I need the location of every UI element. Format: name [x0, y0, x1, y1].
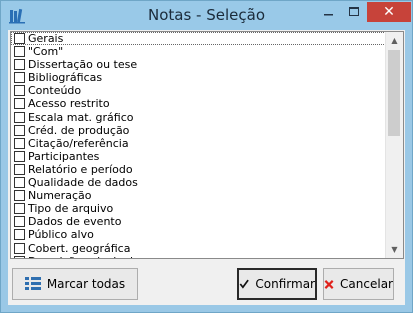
checkbox[interactable]: [14, 177, 25, 189]
maximize-button[interactable]: [341, 2, 367, 22]
cancel-button[interactable]: Cancelar: [323, 268, 394, 300]
checklist-item-label: Tipo de arquivo: [28, 202, 114, 216]
checklist-item[interactable]: Dados de evento: [11, 215, 386, 228]
scroll-up-icon[interactable]: ▲: [386, 32, 403, 49]
checkbox[interactable]: [14, 46, 25, 58]
checkbox[interactable]: [14, 163, 25, 175]
checklist-item-label: Relatório e período: [28, 162, 133, 176]
confirm-label: Confirmar: [255, 277, 315, 291]
checklist-item-label: Qualidade de dados: [28, 176, 138, 190]
dialog-body: Gerais "Com" Dissertação ou tese Bibliográf…: [8, 30, 405, 305]
checklist-item[interactable]: Conteúdo: [11, 84, 386, 97]
checklist-item[interactable]: Descrição principal: [11, 255, 386, 258]
checklist-item-label: Créd. de produção: [28, 123, 130, 137]
close-button[interactable]: ✕: [367, 2, 411, 22]
cancel-label: Cancelar: [340, 277, 393, 291]
minimize-icon: [324, 14, 333, 16]
checkbox[interactable]: [14, 33, 25, 44]
checklist-item[interactable]: Bibliográficas: [11, 71, 386, 84]
checklist-item-label: Participantes: [28, 149, 100, 163]
checklist-item[interactable]: Relatório e período: [11, 163, 386, 176]
checklist-item-label: Acesso restrito: [28, 97, 110, 111]
checkbox[interactable]: [14, 137, 25, 149]
notes-checklist[interactable]: Gerais "Com" Dissertação ou tese Bibliográf…: [10, 31, 404, 259]
checklist-item[interactable]: Qualidade de dados: [11, 176, 386, 189]
checklist-item-label: Público alvo: [28, 228, 94, 242]
checklist-icon: [24, 277, 41, 290]
checkbox[interactable]: [14, 85, 25, 97]
checklist-item[interactable]: Público alvo: [11, 228, 386, 241]
checklist-item-label: Bibliográficas: [28, 71, 103, 85]
checklist-item[interactable]: "Com": [11, 45, 386, 58]
checkmark-icon: [239, 279, 249, 289]
checkbox[interactable]: [14, 190, 25, 202]
checkbox[interactable]: [14, 203, 25, 215]
checklist-item-label: Dissertação ou tese: [28, 58, 138, 72]
checklist-item-label: Gerais: [28, 32, 64, 45]
checklist-item-label: Citação/referência: [28, 136, 129, 150]
checkbox[interactable]: [14, 98, 25, 110]
confirm-button[interactable]: Confirmar: [237, 268, 317, 300]
checklist-item-label: "Com": [28, 45, 64, 59]
scroll-down-icon[interactable]: ▼: [386, 241, 403, 258]
select-all-label: Marcar todas: [46, 277, 126, 291]
checkbox[interactable]: [14, 150, 25, 162]
checklist-item[interactable]: Citação/referência: [11, 137, 386, 150]
checklist-item[interactable]: Acesso restrito: [11, 97, 386, 110]
scroll-thumb[interactable]: [388, 50, 400, 136]
checkbox[interactable]: [14, 72, 25, 84]
checklist-items: Gerais "Com" Dissertação ou tese Bibliográf…: [11, 32, 386, 258]
checklist-item-label: Conteúdo: [28, 84, 82, 98]
checkbox[interactable]: [14, 229, 25, 241]
checklist-item[interactable]: Gerais: [11, 32, 386, 46]
checklist-item[interactable]: Numeração: [11, 189, 386, 202]
checklist-item-label: Descrição principal: [28, 255, 133, 258]
checklist-item[interactable]: Dissertação ou tese: [11, 58, 386, 71]
checklist-item[interactable]: Tipo de arquivo: [11, 202, 386, 215]
checklist-item[interactable]: Participantes: [11, 150, 386, 163]
checklist-item-label: Escala mat. gráfico: [28, 110, 134, 124]
checklist-item[interactable]: Créd. de produção: [11, 124, 386, 137]
minimize-button[interactable]: [315, 2, 341, 22]
checklist-item[interactable]: Escala mat. gráfico: [11, 111, 386, 124]
checklist-item-label: Cobert. geográfica: [28, 241, 131, 255]
checkbox[interactable]: [14, 255, 25, 258]
checkbox[interactable]: [14, 242, 25, 254]
close-icon: ✕: [383, 4, 395, 20]
vertical-scrollbar[interactable]: ▲ ▼: [385, 32, 403, 258]
checkbox[interactable]: [14, 216, 25, 228]
maximize-icon: [349, 7, 359, 16]
dialog-window: Notas - Seleção ✕ Gerais "Com" Dissertação…: [0, 0, 413, 313]
checklist-item-label: Dados de evento: [28, 215, 122, 229]
checkbox[interactable]: [14, 124, 25, 136]
checkbox[interactable]: [14, 111, 25, 123]
checklist-item[interactable]: Cobert. geográfica: [11, 242, 386, 255]
select-all-button[interactable]: Marcar todas: [12, 268, 138, 300]
checkbox[interactable]: [14, 59, 25, 71]
checklist-item-label: Numeração: [28, 189, 92, 203]
title-bar[interactable]: Notas - Seleção ✕: [1, 1, 412, 30]
cross-icon: [324, 279, 334, 289]
